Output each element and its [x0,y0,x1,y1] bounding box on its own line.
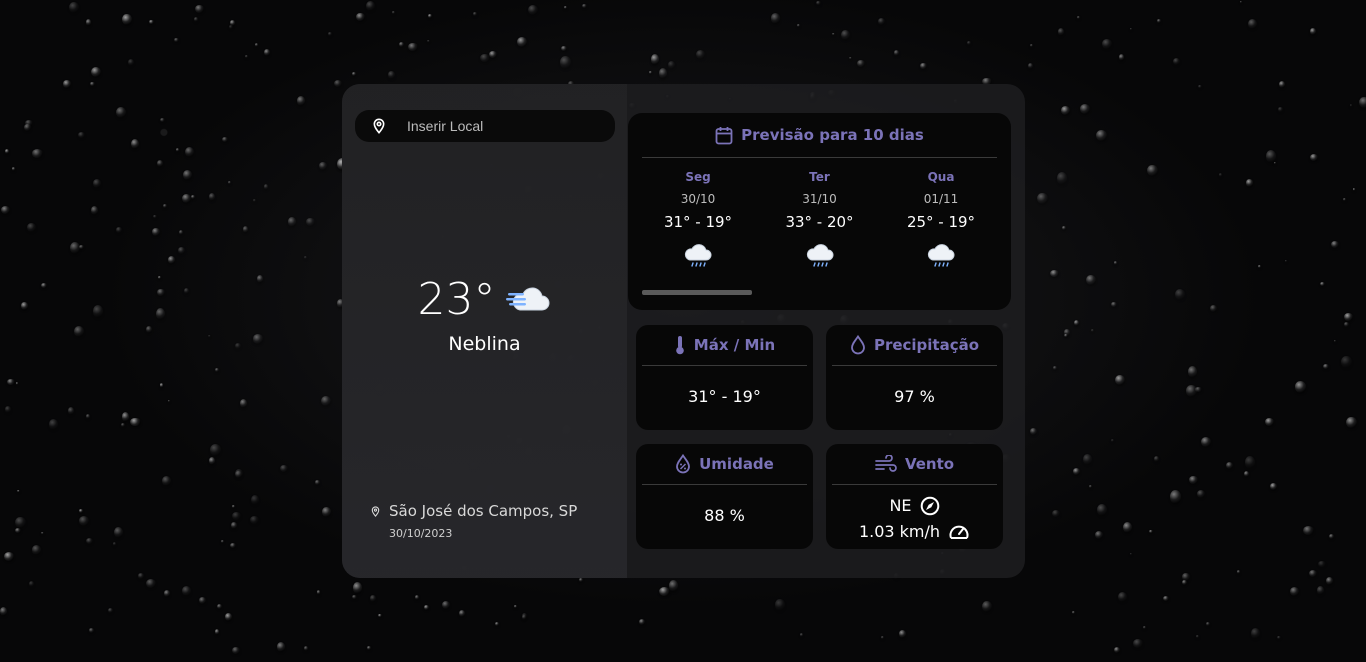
location-name: São José dos Campos, SP [389,502,578,520]
maxmin-tile: Máx / Min 31° - 19° [636,325,813,430]
day-temps: 33° - 20° [785,213,854,231]
wind-title: Vento [904,455,955,473]
divider [642,365,807,366]
search-bar[interactable] [355,110,615,142]
forecast-scrollbar[interactable] [642,290,752,295]
search-input[interactable] [407,118,597,134]
speedometer-icon [949,525,969,539]
droplet-icon [851,335,865,355]
map-pin-icon [373,118,385,134]
day-date: 30/10 [680,192,716,206]
forecast-day: Qua 01/11 25° - 19° [897,170,985,271]
humidity-tile: Umidade 88 % [636,444,813,549]
divider [642,157,997,158]
day-name: Seg [685,170,711,184]
compass-icon [920,496,939,516]
wind-speed: 1.03 km/h [858,522,941,541]
rain-cloud-icon [684,244,712,267]
maxmin-title: Máx / Min [693,336,776,354]
current-weather-panel: 23° Neblina São José dos Campos, SP 30/1… [342,84,627,578]
forecast-title: Previsão para 10 dias [741,126,924,144]
fog-cloud-icon [505,286,549,310]
humidity-value: 88 % [704,506,745,525]
current-condition: Neblina [448,333,521,355]
calendar-icon [715,126,733,144]
humidity-icon [676,454,691,474]
day-temps: 25° - 19° [906,213,976,231]
precipitation-value: 97 % [894,387,935,406]
humidity-title: Umidade [699,455,774,473]
forecast-day: Ter 31/10 33° - 20° [776,170,864,271]
day-name: Ter [809,170,830,184]
forecast-panel: Previsão para 10 dias Seg 30/10 31° - 19… [628,113,1011,310]
location: São José dos Campos, SP [370,502,577,520]
weather-card: 23° Neblina São José dos Campos, SP 30/1… [342,84,1025,578]
rain-cloud-icon [806,244,833,267]
divider [832,484,997,485]
forecast-days[interactable]: Seg 30/10 31° - 19° Ter 31/10 33° - 20° … [628,170,1011,271]
wind-icon [875,455,897,472]
current-conditions: 23° Neblina [342,274,627,355]
current-date: 30/10/2023 [389,527,453,540]
divider [832,365,997,366]
precipitation-tile: Precipitação 97 % [826,325,1003,430]
rain-cloud-icon [927,244,955,267]
precipitation-title: Precipitação [873,336,980,354]
map-pin-icon [371,505,380,517]
wind-tile: Vento NE 1.03 km/h [826,444,1003,549]
current-temperature: 23° [417,274,496,325]
day-name: Qua [927,170,955,184]
day-date: 31/10 [802,192,837,206]
maxmin-value: 31° - 19° [688,387,761,406]
divider [642,484,807,485]
thermometer-icon [675,336,684,355]
forecast-day: Seg 30/10 31° - 19° [654,170,742,271]
wind-direction: NE [889,496,912,515]
day-date: 01/11 [923,192,959,206]
day-temps: 31° - 19° [663,213,733,231]
